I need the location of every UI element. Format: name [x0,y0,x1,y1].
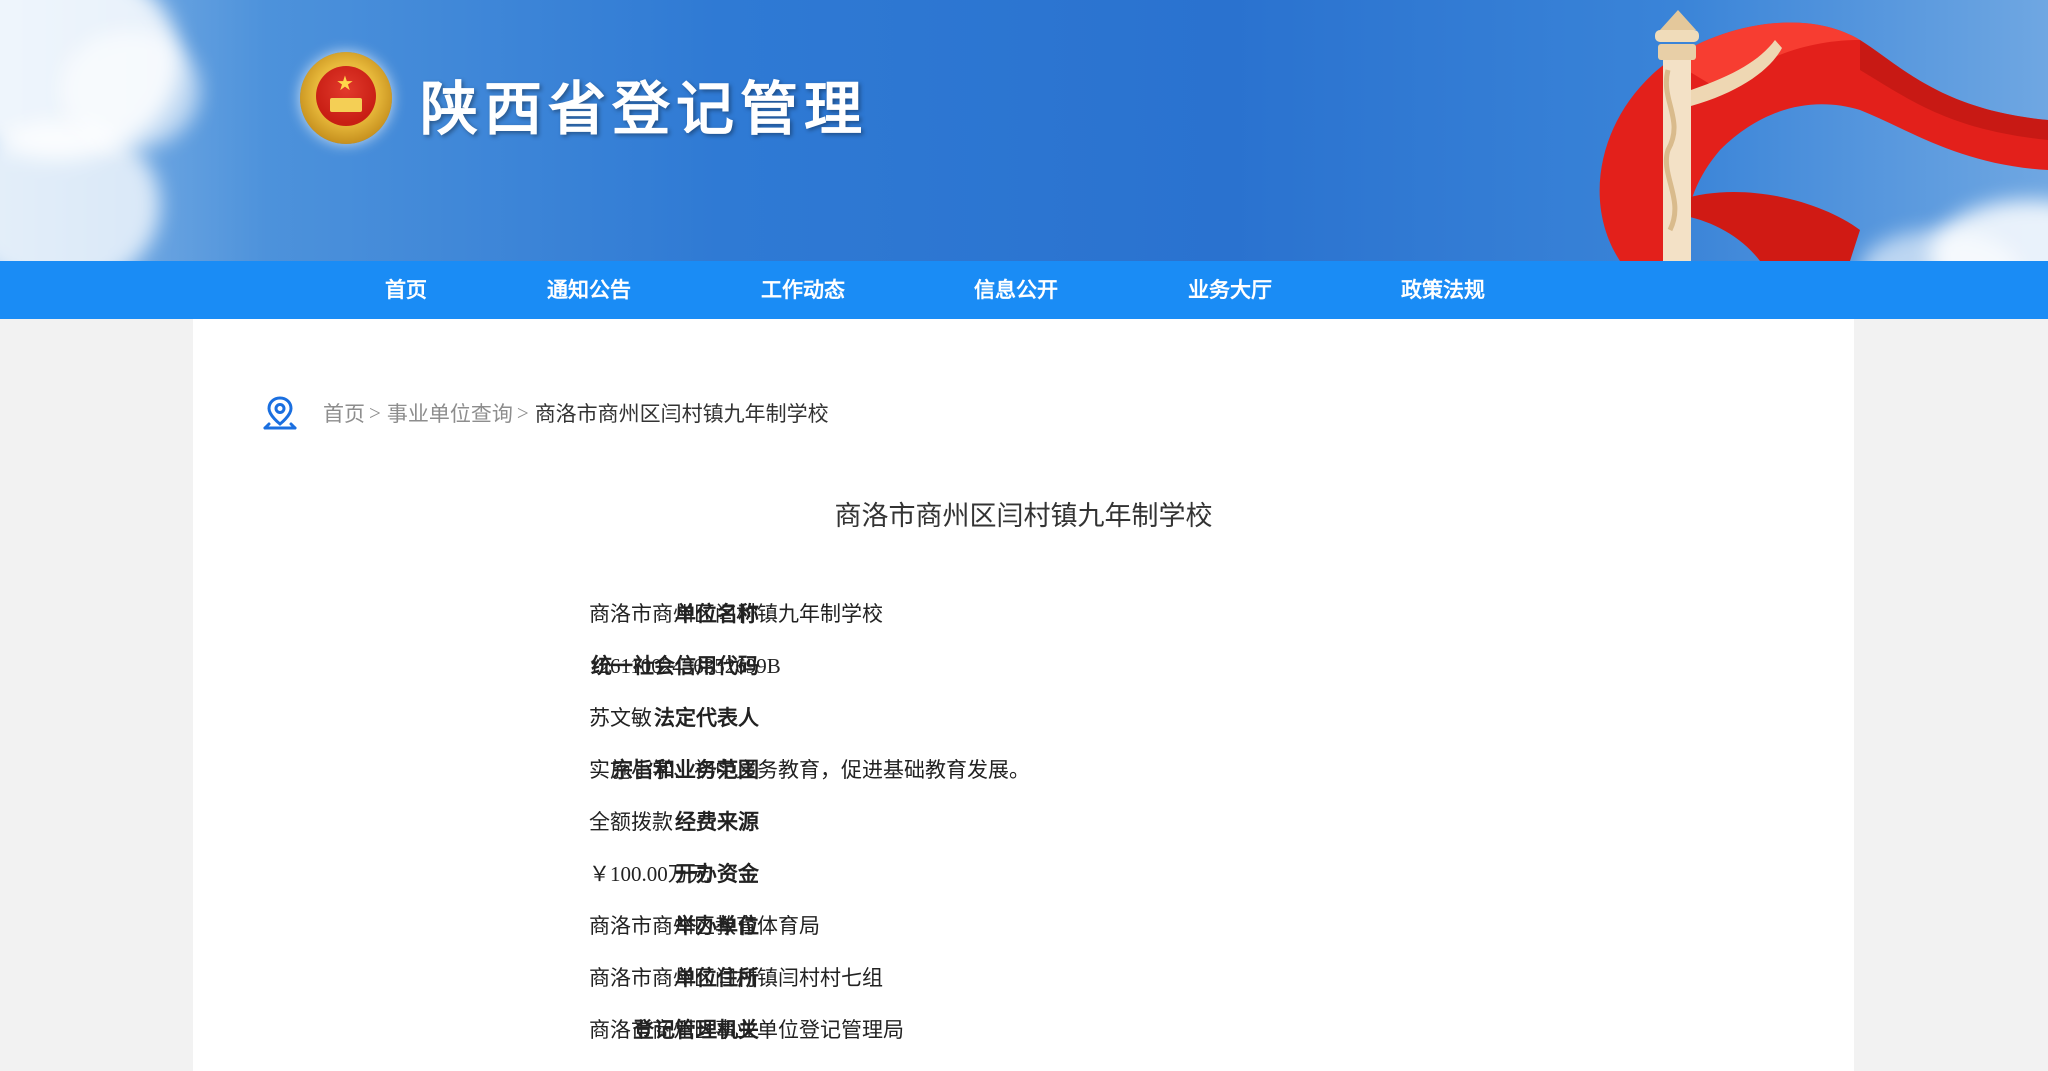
detail-value: 商洛市商州区闫村镇闫村村七组 [589,966,883,990]
page-title: 商洛市商州区闫村镇九年制学校 [834,501,1213,532]
detail-label: 经费来源 [675,810,759,834]
content-panel: 首页 > 事业单位查询 > 商洛市商州区闫村镇九年制学校 商洛市商州区闫村镇九年… [193,319,1854,1071]
detail-value: 实施小学、初中义务教育，促进基础教育发展。 [589,758,1030,782]
nav-item-home[interactable]: 首页 [376,261,436,319]
detail-row-credit-code: 统一社会信用代码 12611002436352699B [193,646,1854,686]
breadcrumb: 首页 > 事业单位查询 > 商洛市商州区闫村镇九年制学校 [263,396,829,430]
detail-row-business-scope: 宗旨和业务范围 实施小学、初中义务教育，促进基础教育发展。 [193,750,1854,790]
detail-value: 商洛市商州区闫村镇九年制学校 [589,602,883,626]
detail-row-unit-name: 单位名称 商洛市商州区闫村镇九年制学校 [193,594,1854,634]
detail-value: 12611002436352699B [589,654,781,678]
nav-item-notices[interactable]: 通知公告 [546,261,632,319]
breadcrumb-current: 商洛市商州区闫村镇九年制学校 [534,402,829,426]
cloud-decoration [60,30,200,150]
breadcrumb-unit-query-link[interactable]: 事业单位查询 [387,398,513,428]
detail-value: 苏文敏 [589,706,652,730]
detail-value: 全额拨款 [589,810,673,834]
detail-row-registration-authority: 登记管理机关 商洛市商州区事业单位登记管理局 [193,1010,1854,1050]
red-flag-column-icon [1599,10,2048,261]
breadcrumb-home-link[interactable]: 首页 [323,398,365,428]
detail-row-sponsor: 举办单位 商洛市商州区教育体育局 [193,906,1854,946]
site-title: 陕西省登记管理 [420,75,869,143]
header-banner: ★ 陕西省登记管理 [0,0,2048,261]
nav-item-policies[interactable]: 政策法规 [1400,261,1486,319]
detail-row-address: 单位住所 商洛市商州区闫村镇闫村村七组 [193,958,1854,998]
nav-item-service-hall[interactable]: 业务大厅 [1187,261,1273,319]
location-pin-icon [263,396,297,430]
main-nav: 首页 通知公告 工作动态 信息公开 业务大厅 政策法规 [0,261,2048,319]
detail-label: 法定代表人 [654,706,759,730]
breadcrumb-separator: > [516,400,529,425]
detail-value: 商洛市商州区教育体育局 [589,914,820,938]
nav-item-work-news[interactable]: 工作动态 [760,261,846,319]
detail-value: ￥100.00万元 [589,862,710,886]
nav-item-info-disclosure[interactable]: 信息公开 [973,261,1059,319]
detail-row-startup-capital: 开办资金 ￥100.00万元 [193,854,1854,894]
detail-row-legal-rep: 法定代表人 苏文敏 [193,698,1854,738]
breadcrumb-separator: > [369,400,381,425]
detail-value: 商洛市商州区事业单位登记管理局 [589,1018,904,1042]
detail-row-funding-source: 经费来源 全额拨款 [193,802,1854,842]
national-emblem-icon: ★ [300,52,392,144]
